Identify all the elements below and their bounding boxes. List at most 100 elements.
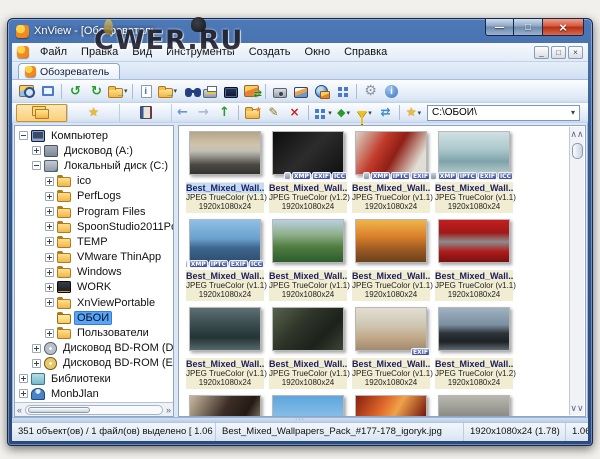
- mdi-restore-button[interactable]: □: [551, 46, 566, 59]
- thumbnail-image[interactable]: [438, 219, 510, 263]
- thumbnail-cell[interactable]: XMPIPTCEXIFICCBest_Mixed_Wall...JPEG Tru…: [435, 131, 513, 213]
- up-button[interactable]: ↑: [214, 103, 235, 122]
- menu-item-4[interactable]: Создать: [242, 45, 298, 59]
- tree-expander-icon[interactable]: [45, 207, 54, 216]
- tree-expander-icon[interactable]: [45, 222, 54, 231]
- thumbnail-image[interactable]: [189, 131, 261, 175]
- rotate-left-button[interactable]: ↺: [65, 82, 86, 101]
- thumbnail-image[interactable]: [272, 395, 344, 416]
- convert-button[interactable]: [241, 82, 262, 101]
- view-image-button[interactable]: [16, 82, 37, 101]
- tree-expander-icon[interactable]: [45, 253, 54, 262]
- tree-expander-icon[interactable]: [32, 146, 41, 155]
- tree-expander-icon[interactable]: [32, 161, 41, 170]
- view-mode-button[interactable]: ▾: [312, 103, 333, 122]
- thumbnail-image[interactable]: [189, 395, 261, 416]
- folders-panel-button[interactable]: [16, 104, 68, 122]
- tree-item-11[interactable]: XnViewPortable: [17, 295, 173, 310]
- tree-expander-icon[interactable]: [32, 344, 41, 353]
- tree-scroll-track[interactable]: [25, 405, 163, 415]
- thumbnail-image[interactable]: [272, 131, 344, 175]
- tree-expander-icon[interactable]: [45, 283, 54, 292]
- tree-item-8[interactable]: VMware ThinApp: [17, 250, 173, 265]
- tree-expander-icon[interactable]: [45, 177, 54, 186]
- fullscreen-button[interactable]: [37, 82, 58, 101]
- tree-scroll-thumb[interactable]: [28, 407, 90, 413]
- rotate-right-button[interactable]: ↻: [86, 82, 107, 101]
- tree-expander-icon[interactable]: [45, 192, 54, 201]
- scroll-up-icon[interactable]: ∧∧: [570, 127, 584, 141]
- thumbnail-image[interactable]: [438, 307, 510, 351]
- thumbnail-cell[interactable]: XMPIPTCEXIFICCBest_Mixed_Wall...JPEG Tru…: [186, 219, 264, 301]
- properties-button[interactable]: [136, 82, 157, 101]
- tree-item-14[interactable]: Дисковод BD-ROM (D:): [17, 341, 173, 356]
- contact-sheet-button[interactable]: [332, 82, 353, 101]
- thumbnail-image[interactable]: [355, 395, 427, 416]
- tree-expander-icon[interactable]: [45, 237, 54, 246]
- scroll-down-icon[interactable]: ∨∨: [570, 401, 584, 415]
- tree-item-2[interactable]: Локальный диск (C:): [17, 158, 173, 173]
- open-with-button[interactable]: ▾: [157, 82, 179, 101]
- tree-expander-icon[interactable]: [45, 268, 54, 277]
- tab-browser[interactable]: Обозреватель: [18, 63, 120, 79]
- tree-item-3[interactable]: ico: [17, 174, 173, 189]
- scroll-track[interactable]: [572, 141, 583, 401]
- minimize-button[interactable]: [485, 19, 514, 36]
- thumbnail-image[interactable]: [272, 307, 344, 351]
- thumbnail-cell[interactable]: XMPEXIFICCBest_Mixed_Wall...JPEG TrueCol…: [269, 131, 347, 213]
- dropdown-arrow-icon[interactable]: ▾: [346, 109, 350, 117]
- tree-expander-icon[interactable]: [19, 389, 28, 398]
- thumbnail-cell[interactable]: Best_Mixed_Wall...JPEG TrueColor (v1.1)1…: [352, 219, 430, 301]
- mdi-minimize-button[interactable]: _: [534, 46, 549, 59]
- menu-item-5[interactable]: Окно: [298, 45, 338, 59]
- tree-item-4[interactable]: PerfLogs: [17, 189, 173, 204]
- tree-expander-icon[interactable]: [45, 329, 54, 338]
- address-bar[interactable]: ▾: [427, 105, 580, 121]
- categories-panel-button[interactable]: [120, 104, 172, 122]
- tree-item-10[interactable]: WORK: [17, 280, 173, 295]
- thumbnail-image[interactable]: [355, 307, 427, 351]
- move-to-button[interactable]: ▾: [107, 82, 129, 101]
- tree-item-12[interactable]: ОБОИ: [17, 310, 173, 325]
- thumbnail-cell[interactable]: [352, 395, 430, 416]
- maximize-button[interactable]: [514, 19, 542, 36]
- menu-item-2[interactable]: Вид: [125, 45, 159, 59]
- thumbnail-image[interactable]: [438, 395, 510, 416]
- thumbnail-cell[interactable]: Best_Mixed_Wall...JPEG TrueColor (v1.1)1…: [186, 131, 264, 213]
- mdi-close-button[interactable]: ×: [568, 46, 583, 59]
- tree-item-9[interactable]: Windows: [17, 265, 173, 280]
- forward-button[interactable]: →: [193, 103, 214, 122]
- rating-button[interactable]: ★▾: [403, 103, 424, 122]
- capture-button[interactable]: [269, 82, 290, 101]
- close-button[interactable]: [542, 19, 584, 36]
- favorites-panel-button[interactable]: ★: [68, 104, 120, 122]
- dropdown-arrow-icon[interactable]: ▾: [418, 109, 422, 117]
- scroll-thumb[interactable]: [572, 143, 583, 159]
- thumbnail-image[interactable]: [438, 131, 510, 175]
- tree-item-13[interactable]: Пользователи: [17, 325, 173, 340]
- settings-button[interactable]: ⚙: [360, 82, 381, 101]
- menu-item-1[interactable]: Правка: [74, 45, 125, 59]
- tree-expander-icon[interactable]: [32, 359, 41, 368]
- tree-horizontal-scrollbar[interactable]: « »: [15, 402, 173, 416]
- tree-item-0[interactable]: Компьютер: [17, 128, 173, 143]
- scroll-right-icon[interactable]: »: [166, 405, 171, 415]
- screen-button[interactable]: [220, 82, 241, 101]
- web-page-button[interactable]: [311, 82, 332, 101]
- tree-item-15[interactable]: Дисковод BD-ROM (E:) V: [17, 356, 173, 371]
- scroll-left-icon[interactable]: «: [17, 405, 22, 415]
- new-folder-button[interactable]: [242, 103, 263, 122]
- sort-button[interactable]: ◆▾: [333, 103, 354, 122]
- print-button[interactable]: [199, 82, 220, 101]
- rename-button[interactable]: ✎: [263, 103, 284, 122]
- back-button[interactable]: ←: [172, 103, 193, 122]
- thumbnail-cell[interactable]: Best_Mixed_Wall...JPEG TrueColor (v1.1)1…: [435, 219, 513, 301]
- refresh-button[interactable]: ⇄: [375, 103, 396, 122]
- tree-expander-icon[interactable]: [19, 131, 28, 140]
- search-button[interactable]: [178, 82, 199, 101]
- address-dropdown-icon[interactable]: ▾: [571, 108, 575, 117]
- thumbnail-image[interactable]: [272, 219, 344, 263]
- menu-item-0[interactable]: Файл: [33, 45, 74, 59]
- delete-button[interactable]: ×: [284, 103, 305, 122]
- tree-item-7[interactable]: TEMP: [17, 234, 173, 249]
